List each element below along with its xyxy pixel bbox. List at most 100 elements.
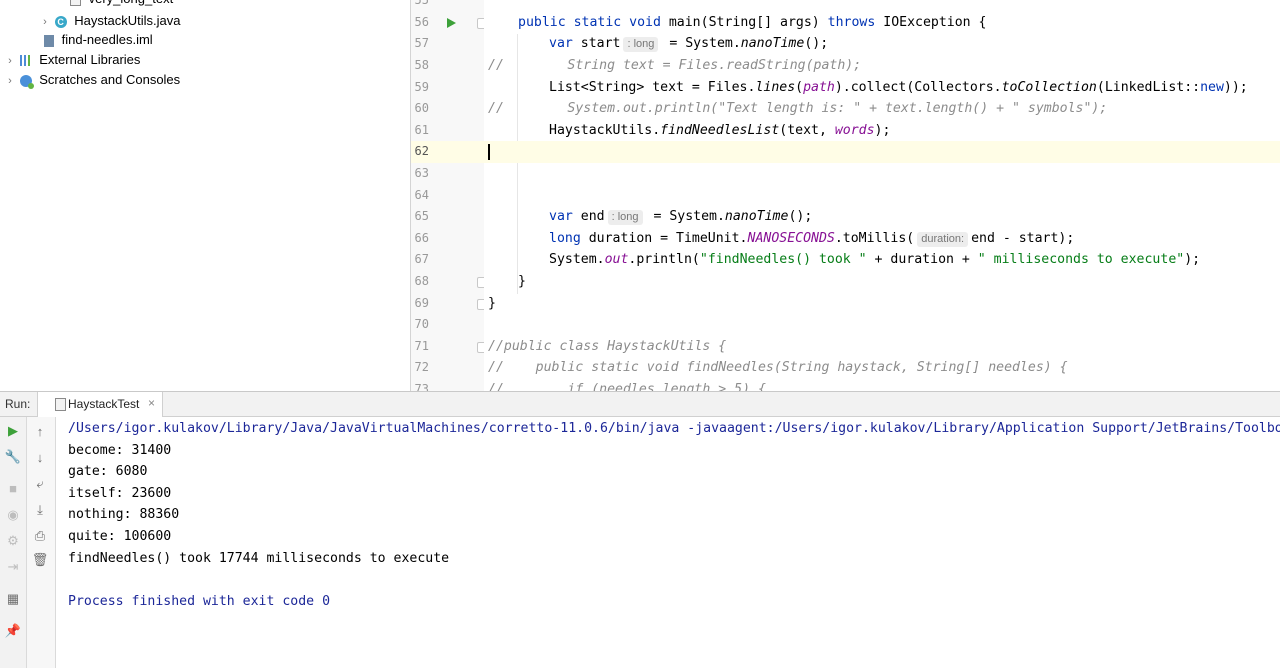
gutter-line[interactable]: 72 xyxy=(411,357,484,379)
line-number: 66 xyxy=(414,230,429,245)
code-token: main xyxy=(668,14,701,30)
fold-marker-icon[interactable] xyxy=(477,298,484,310)
run-toolbar-primary: ▶ 🔧 ■ ◉ ⚙ ⇥ ▦ 📌 xyxy=(0,417,27,668)
code-line: // System.out.println("Text length is: "… xyxy=(488,101,1108,117)
line-number: 71 xyxy=(414,338,429,353)
console-line: quite: 100600 xyxy=(68,529,172,544)
camera-icon[interactable]: ◉ xyxy=(3,505,23,525)
gutter-line[interactable]: 68 xyxy=(411,271,484,293)
gutter-line[interactable]: 70 xyxy=(411,314,484,336)
gutter-line[interactable]: 59 xyxy=(411,77,484,99)
tree-item-external-libraries[interactable]: › External Libraries xyxy=(4,50,140,70)
trash-icon[interactable]: 🗑 xyxy=(30,550,50,570)
scratches-icon xyxy=(19,74,34,89)
print-icon[interactable]: ⎙ xyxy=(30,526,50,546)
line-number: 62 xyxy=(414,144,429,159)
run-config-icon xyxy=(55,398,66,411)
gutter-line[interactable]: 69 xyxy=(411,293,484,315)
scroll-to-end-icon[interactable]: ⤓ xyxy=(30,500,50,520)
arrow-down-icon[interactable]: ↓ xyxy=(30,448,50,468)
module-file-icon xyxy=(44,34,54,47)
console-line: Process finished with exit code 0 xyxy=(68,593,331,609)
gutter-line[interactable]: 61 xyxy=(411,120,484,142)
code-token: " milliseconds to execute" xyxy=(977,252,1185,268)
code-token: new xyxy=(1200,79,1224,95)
java-class-icon: C xyxy=(54,15,67,28)
stop-icon[interactable]: ■ xyxy=(3,479,23,499)
arrow-up-icon[interactable]: ↑ xyxy=(30,422,50,442)
editor-gutter[interactable]: 55 56 57 58 59 60 61 62 63 64 65 66 67 68 69 70 71 72 73 xyxy=(411,0,484,391)
code-token: long xyxy=(549,230,581,246)
gutter-line[interactable]: 63 xyxy=(411,163,484,185)
tree-item-very-long-text[interactable]: very_long_text xyxy=(70,0,173,9)
code-token: (String[] args) xyxy=(700,14,828,30)
code-token: ).collect(Collectors. xyxy=(834,79,1002,95)
console-output[interactable]: /Users/igor.kulakov/Library/Java/JavaVir… xyxy=(56,417,1280,668)
run-toolbar-secondary: ↑ ↓ ⤶ ⤓ ⎙ 🗑 xyxy=(27,417,56,668)
code-token: + duration + xyxy=(866,252,978,268)
fold-marker-icon[interactable] xyxy=(477,277,484,288)
line-number: 72 xyxy=(414,360,429,375)
code-editor[interactable]: public static void main(String[] args) t… xyxy=(484,0,1280,391)
chevron-right-icon[interactable]: › xyxy=(39,12,51,32)
code-token: nanoTime xyxy=(740,36,805,52)
gutter-line[interactable]: 71 xyxy=(411,336,484,358)
chevron-right-icon[interactable]: › xyxy=(4,51,16,71)
tree-item-label: Scratches and Consoles xyxy=(39,72,181,87)
code-line: // if (needles.length > 5) { xyxy=(488,382,766,391)
code-token: throws xyxy=(827,14,876,30)
code-line: var end: long = System.nanoTime(); xyxy=(484,206,1280,228)
chevron-right-icon[interactable]: › xyxy=(4,71,16,91)
soft-wrap-icon[interactable]: ⤶ xyxy=(30,474,50,494)
fold-marker-icon[interactable] xyxy=(477,17,484,29)
tree-item-scratches[interactable]: › Scratches and Consoles xyxy=(4,70,180,90)
code-token: (); xyxy=(804,36,829,52)
code-token: public static void xyxy=(518,14,669,30)
code-line: var start: long = System.nanoTime(); xyxy=(484,33,1280,55)
gutter-line[interactable]: 62 xyxy=(411,141,484,163)
tree-item-haystackutils[interactable]: › C HaystackUtils.java xyxy=(39,11,180,31)
code-token: NANOSECONDS xyxy=(747,230,835,246)
tree-item-label: very_long_text xyxy=(89,0,174,6)
layout-icon[interactable]: ▦ xyxy=(3,589,23,609)
tree-item-find-needles-iml[interactable]: find-needles.iml xyxy=(44,30,153,50)
gutter-line[interactable]: 65 xyxy=(411,206,484,228)
line-number: 56 xyxy=(414,14,429,29)
rerun-icon[interactable]: ▶ xyxy=(3,421,23,441)
exit-icon[interactable]: ⇥ xyxy=(3,557,23,577)
code-line: } xyxy=(488,295,496,311)
text-caret xyxy=(488,144,490,161)
code-token: words xyxy=(834,122,875,138)
tab-haystacktest[interactable]: HaystackTest × xyxy=(37,392,163,417)
fold-marker-icon[interactable] xyxy=(477,341,484,353)
gutter-line[interactable]: 55 xyxy=(411,0,484,12)
gutter-line[interactable]: 57 xyxy=(411,33,484,55)
code-token: var xyxy=(549,209,573,225)
run-main-icon[interactable] xyxy=(447,17,456,28)
line-number: 57 xyxy=(414,36,429,51)
gear-icon[interactable]: ⚙ xyxy=(3,531,23,551)
console-line: become: 31400 xyxy=(68,442,172,458)
inlay-parameter-hint: duration: xyxy=(917,231,969,247)
code-token: (LinkedList:: xyxy=(1096,79,1201,95)
code-token: duration = TimeUnit. xyxy=(580,230,748,246)
console-line: /Users/igor.kulakov/Library/Java/JavaVir… xyxy=(68,421,1280,436)
close-icon[interactable]: × xyxy=(148,396,155,410)
code-token: ( xyxy=(795,79,804,95)
gutter-line[interactable]: 73 xyxy=(411,379,484,391)
current-line-highlight[interactable] xyxy=(484,141,1280,163)
gutter-line[interactable]: 58 xyxy=(411,55,484,77)
gutter-line[interactable]: 66 xyxy=(411,228,484,250)
code-token: List<String> text = Files. xyxy=(549,79,756,95)
code-token: path xyxy=(803,79,835,95)
wrench-icon[interactable]: 🔧 xyxy=(3,447,23,467)
gutter-line[interactable]: 64 xyxy=(411,185,484,207)
gutter-line[interactable]: 60 xyxy=(411,98,484,120)
gutter-line[interactable]: 56 xyxy=(411,12,484,34)
line-number: 55 xyxy=(414,0,429,8)
pin-icon[interactable]: 📌 xyxy=(3,621,23,641)
line-number: 58 xyxy=(414,58,429,72)
code-token: )); xyxy=(1223,79,1248,95)
code-line: System.out.println("findNeedles() took "… xyxy=(484,249,1280,271)
gutter-line[interactable]: 67 xyxy=(411,249,484,271)
